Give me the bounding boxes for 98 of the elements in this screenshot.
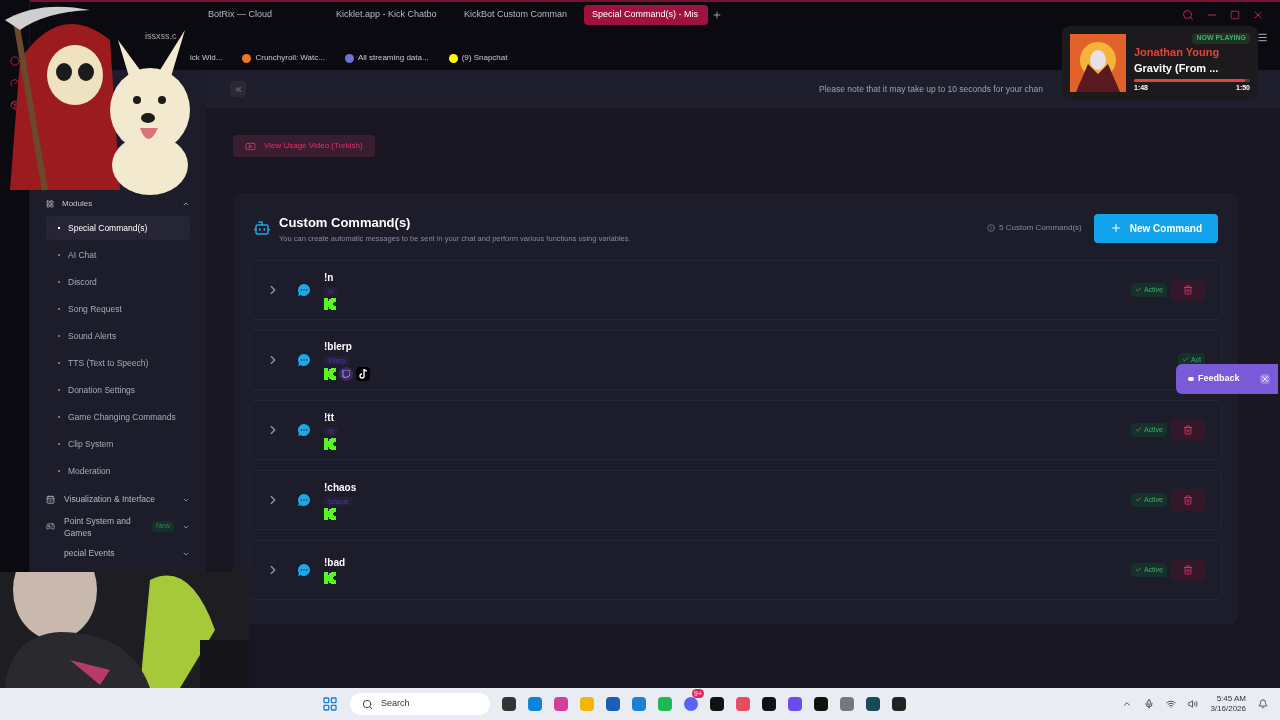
- wifi-icon[interactable]: [1166, 699, 1177, 709]
- search-icon[interactable]: [1182, 9, 1194, 21]
- nav-item[interactable]: Song Request: [46, 297, 190, 321]
- grid-icon: [46, 200, 54, 208]
- collapse-button[interactable]: [230, 81, 246, 97]
- k-logo-icon: [324, 507, 336, 520]
- nav-item[interactable]: Moderation: [46, 459, 190, 483]
- panel-title: Custom Command(s): [279, 214, 412, 232]
- browser-tab[interactable]: Kicklet.app - Kick Chatbo: [328, 5, 452, 25]
- app-icon[interactable]: [866, 697, 880, 711]
- delete-button[interactable]: [1171, 488, 1205, 511]
- trash-icon: [1183, 494, 1193, 505]
- command-name: !tt: [324, 410, 335, 425]
- close-icon[interactable]: [1252, 9, 1264, 21]
- check-icon: [1134, 496, 1142, 504]
- delete-button[interactable]: [1171, 278, 1205, 301]
- nav-item[interactable]: Clip System: [46, 432, 190, 456]
- app-icon[interactable]: [892, 697, 906, 711]
- check-icon: [1134, 426, 1142, 434]
- search-icon: [362, 698, 373, 710]
- k-logo-icon: [324, 437, 336, 450]
- menu-icon[interactable]: [1257, 31, 1268, 43]
- new-tab-icon[interactable]: [712, 10, 722, 20]
- chevron-up-icon: [182, 200, 190, 208]
- start-icon[interactable]: [322, 696, 338, 712]
- music-note-icon: [356, 366, 370, 381]
- delete-button[interactable]: [1171, 558, 1205, 581]
- twitch-icon: [339, 366, 353, 381]
- maximize-icon[interactable]: [1230, 10, 1240, 20]
- video-icon: [245, 140, 256, 152]
- trash-icon: [1183, 424, 1193, 435]
- speaker-icon[interactable]: [1188, 699, 1199, 709]
- nav-item[interactable]: Sound Alerts: [46, 324, 190, 348]
- gamepad-icon: [46, 522, 55, 531]
- app-icon[interactable]: [502, 697, 516, 711]
- group-label: pecial Events: [64, 547, 115, 560]
- artist-name: Jonathan Young: [1134, 44, 1221, 60]
- clock-time[interactable]: 5:45 AM: [1216, 694, 1246, 704]
- chat-bubble-icon: [296, 281, 312, 298]
- nav-item[interactable]: AI Chat: [46, 243, 190, 267]
- usage-video-button[interactable]: View Usage Video (Turkish): [233, 135, 375, 157]
- command-count: 5 Custom Command(s): [987, 222, 1082, 235]
- bell-icon[interactable]: [1258, 699, 1268, 709]
- plus-icon: [1109, 222, 1122, 235]
- chat-bubble-icon: [296, 351, 312, 368]
- browser-tab[interactable]: BotRix — Cloud: [200, 5, 324, 25]
- group-label: Visualization & Interface: [64, 493, 156, 506]
- browser-tab[interactable]: Special Command(s) - Mis: [584, 5, 708, 25]
- k-logo-icon: [324, 297, 336, 310]
- feedback-button[interactable]: Feedback: [1176, 364, 1278, 394]
- calendar-icon: [46, 495, 55, 504]
- command-name: !bad: [324, 556, 346, 571]
- nav-item[interactable]: Discord: [46, 270, 190, 294]
- nav-section[interactable]: Modules: [46, 196, 190, 212]
- command-name: !blerp: [324, 339, 353, 354]
- bookmark[interactable]: (9) Snapchat: [448, 52, 508, 64]
- nav-item[interactable]: TTS (Text to Speech): [46, 351, 190, 375]
- track-title: Gravity (From ...: [1134, 61, 1220, 76]
- chat-bubble-icon: [296, 491, 312, 508]
- taskbar-search-field[interactable]: Search: [350, 693, 490, 715]
- clock-date[interactable]: 3/16/2026: [1210, 704, 1246, 714]
- section-label: Modules: [62, 198, 93, 210]
- group-label: Point System and Games: [64, 514, 132, 539]
- address-field[interactable]: issxss.c: [145, 30, 177, 44]
- bookmark[interactable]: Crunchyroll: Watc...: [242, 52, 325, 64]
- circle-icon[interactable]: [9, 56, 20, 66]
- check-icon: [1134, 566, 1142, 574]
- nav-group[interactable]: pecial Events: [46, 540, 190, 567]
- browser-tab[interactable]: KickBot Custom Comman: [456, 5, 580, 25]
- nav-item[interactable]: Game Changing Commands: [46, 405, 190, 429]
- command-name: !n: [324, 270, 335, 285]
- robot-icon: [253, 219, 271, 238]
- notice-text: Please note that it may take up to 10 seconds for your chan: [819, 82, 1043, 96]
- app-icon[interactable]: [710, 697, 724, 711]
- check-icon: [1134, 286, 1142, 294]
- delete-button[interactable]: [1171, 418, 1205, 441]
- nav-group[interactable]: Visualization & Interface: [46, 486, 190, 513]
- microphone-icon[interactable]: [1144, 699, 1155, 709]
- trash-icon: [1183, 284, 1193, 295]
- trash-icon: [1183, 564, 1193, 575]
- chat-bubble-icon: [296, 421, 312, 438]
- k-logo-icon: [324, 572, 336, 585]
- app-icon[interactable]: [762, 697, 776, 711]
- check-icon: [1181, 356, 1189, 364]
- nav-item[interactable]: Donation Settings: [46, 378, 190, 402]
- chat-bubble-icon: [296, 561, 312, 578]
- info-icon: [987, 224, 996, 233]
- package-icon[interactable]: [9, 100, 20, 110]
- nav-item[interactable]: Special Command(s): [46, 216, 190, 240]
- double-chevron-icon: [233, 84, 243, 94]
- chat-icon: [1188, 377, 1194, 381]
- gauge-icon[interactable]: [9, 78, 20, 88]
- command-name: !chaos: [324, 480, 357, 495]
- app-icon[interactable]: [814, 697, 828, 711]
- bookmark[interactable]: All streaming data...: [344, 52, 429, 64]
- bookmark[interactable]: ick Wid...: [190, 52, 223, 64]
- k-logo-icon: [324, 367, 336, 380]
- close-icon[interactable]: [1260, 374, 1270, 384]
